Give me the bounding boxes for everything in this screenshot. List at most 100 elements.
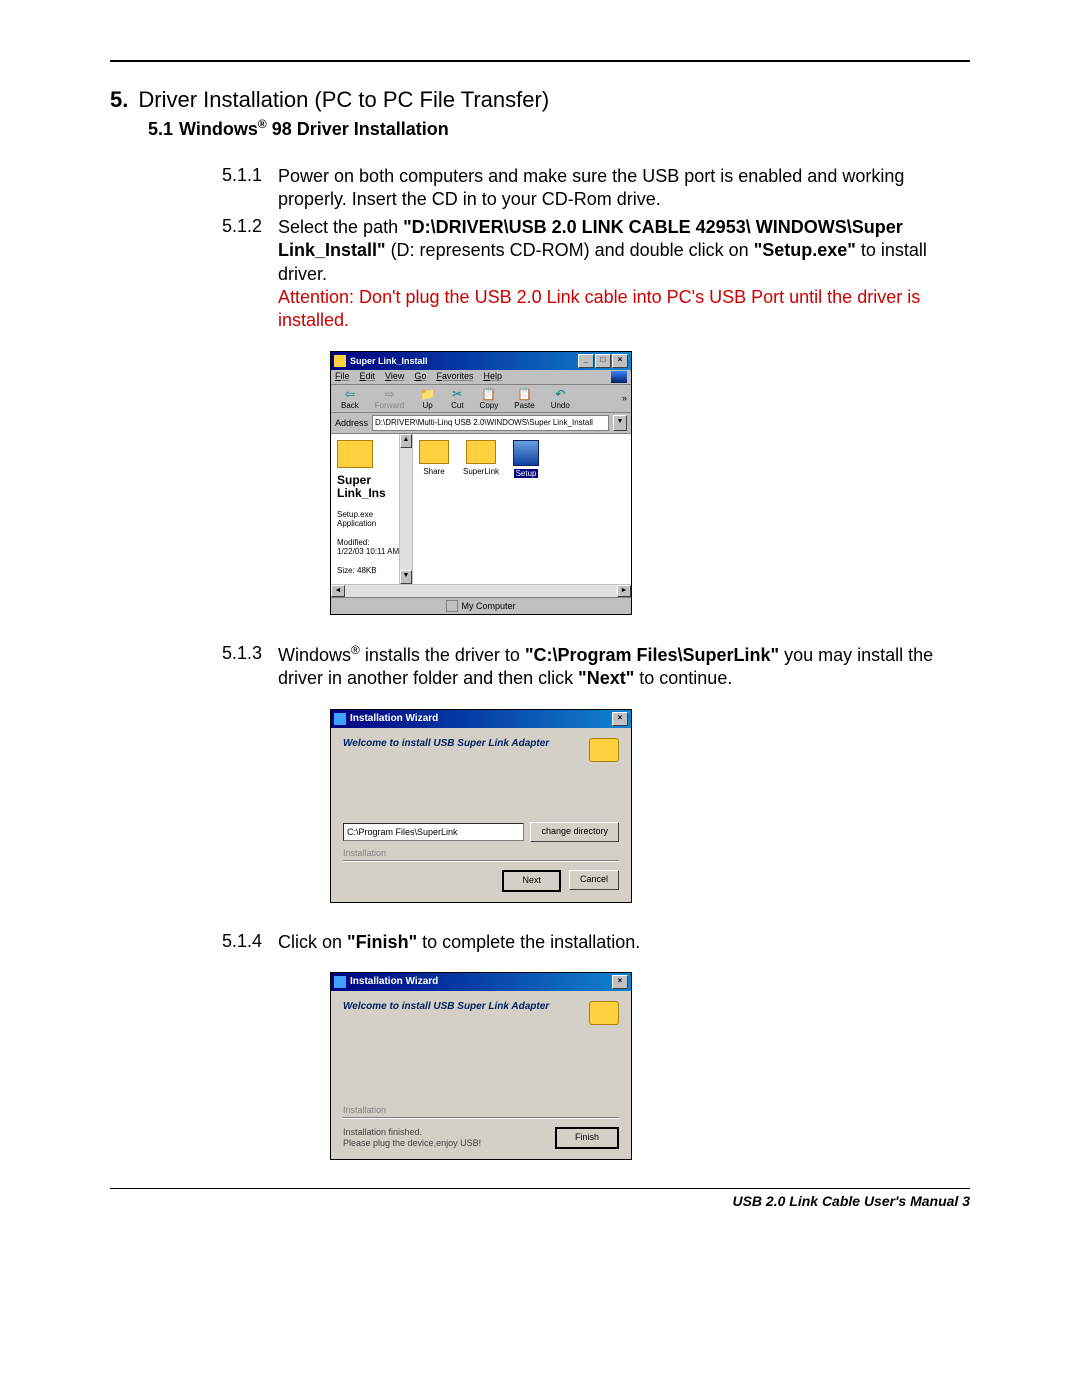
step-text: Click on "Finish" to complete the instal…	[278, 931, 640, 954]
step-514-block: 5.1.4 Click on "Finish" to complete the …	[222, 931, 970, 954]
step-text: Power on both computers and make sure th…	[278, 165, 970, 212]
top-rule	[110, 60, 970, 62]
step-514: 5.1.4 Click on "Finish" to complete the …	[222, 931, 970, 954]
menu-file[interactable]: File	[335, 371, 350, 383]
paste-icon: 📋	[517, 387, 532, 401]
subsection-heading: 5.1 Windows® 98 Driver Installation	[148, 117, 970, 140]
explorer-body: Super Link_Ins Setup.exe Application Mod…	[331, 434, 631, 584]
step-text: Windows® installs the driver to "C:\Prog…	[278, 643, 970, 691]
menu-help[interactable]: Help	[483, 371, 502, 383]
subsection-title: Windows® 98 Driver Installation	[179, 117, 449, 140]
status-bar: My Computer	[331, 597, 631, 614]
folder-icon	[334, 355, 346, 367]
address-dropdown-button[interactable]: ▼	[613, 415, 627, 431]
wizard2-welcome: Welcome to install USB Super Link Adapte…	[343, 1001, 619, 1025]
menu-go[interactable]: Go	[414, 371, 426, 383]
folder-name-line1: Super	[337, 474, 406, 487]
minimize-button[interactable]: _	[578, 354, 594, 368]
step-513-block: 5.1.3 Windows® installs the driver to "C…	[222, 643, 970, 691]
step-number: 5.1.1	[222, 165, 278, 212]
wizard2-screenshot: Installation Wizard × Welcome to install…	[330, 972, 970, 1160]
change-directory-button[interactable]: change directory	[530, 822, 619, 842]
menu-edit[interactable]: Edit	[360, 371, 376, 383]
folder-item-share[interactable]: Share	[419, 440, 449, 476]
scroll-down-icon[interactable]: ▼	[400, 570, 412, 584]
divider	[343, 860, 619, 862]
subsection-number: 5.1	[148, 119, 173, 140]
forward-button[interactable]: ⇨Forward	[369, 387, 410, 410]
folder-large-icon	[337, 440, 373, 468]
folder-name-line2: Link_Ins	[337, 487, 406, 500]
scroll-right-icon[interactable]: ►	[617, 585, 631, 597]
warning-text: Attention: Don't plug the USB 2.0 Link c…	[278, 287, 920, 330]
step-text: Select the path "D:\DRIVER\USB 2.0 LINK …	[278, 216, 970, 333]
maximize-button[interactable]: □	[595, 354, 611, 368]
copy-button[interactable]: 📋Copy	[474, 387, 505, 410]
status-text: My Computer	[461, 601, 515, 611]
paste-button[interactable]: 📋Paste	[508, 387, 540, 410]
usb-icon	[589, 1001, 619, 1025]
section-title: Driver Installation (PC to PC File Trans…	[138, 87, 549, 113]
wizard1-window: Installation Wizard × Welcome to install…	[330, 709, 632, 903]
group-label: Installation	[343, 848, 619, 858]
divider	[343, 1117, 619, 1119]
up-button[interactable]: 📁Up	[414, 387, 441, 410]
file-item-setup[interactable]: Setup	[513, 440, 539, 478]
application-icon	[513, 440, 539, 466]
horizontal-scrollbar[interactable]: ◄ ►	[331, 584, 631, 597]
usb-icon	[589, 738, 619, 762]
address-label: Address	[335, 418, 368, 428]
window-title: Super Link_Install	[350, 356, 428, 366]
scroll-up-icon[interactable]: ▲	[400, 434, 412, 448]
back-button[interactable]: ⇦Back	[335, 387, 365, 410]
section-number: 5.	[110, 87, 128, 113]
cut-button[interactable]: ✂Cut	[445, 387, 469, 410]
undo-button[interactable]: ↶Undo	[545, 387, 576, 410]
folder-icon	[419, 440, 449, 464]
wizard2-titlebar[interactable]: Installation Wizard ×	[331, 973, 631, 991]
toolbar: ⇦Back ⇨Forward 📁Up ✂Cut 📋Copy 📋Paste ↶Un…	[331, 385, 631, 413]
steps-list: 5.1.1 Power on both computers and make s…	[222, 165, 970, 333]
left-scrollbar[interactable]: ▲ ▼	[399, 434, 412, 584]
wizard1-welcome: Welcome to install USB Super Link Adapte…	[343, 738, 619, 762]
back-arrow-icon: ⇦	[345, 387, 355, 401]
step-511: 5.1.1 Power on both computers and make s…	[222, 165, 970, 212]
wizard-icon	[334, 713, 346, 725]
folder-item-superlink[interactable]: SuperLink	[463, 440, 499, 476]
menu-view[interactable]: View	[385, 371, 404, 383]
wizard-icon	[334, 976, 346, 988]
menubar: File Edit View Go Favorites Help	[331, 370, 631, 385]
step-number: 5.1.4	[222, 931, 278, 954]
left-info-panel: Super Link_Ins Setup.exe Application Mod…	[331, 434, 413, 584]
undo-icon: ↶	[555, 387, 565, 401]
copy-icon: 📋	[481, 387, 496, 401]
step-513: 5.1.3 Windows® installs the driver to "C…	[222, 643, 970, 691]
install-status: Installation finished. Please plug the d…	[343, 1127, 481, 1149]
explorer-window: Super Link_Install _ □ × File Edit View …	[330, 351, 632, 615]
finish-button[interactable]: Finish	[555, 1127, 619, 1149]
toolbar-overflow-icon[interactable]: »	[622, 393, 627, 403]
selected-file-name: Setup.exe	[337, 510, 406, 519]
address-input[interactable]: D:\DRIVER\Multi-Linq USB 2.0\WINDOWS\Sup…	[372, 415, 609, 431]
cancel-button[interactable]: Cancel	[569, 870, 619, 890]
address-bar: Address D:\DRIVER\Multi-Linq USB 2.0\WIN…	[331, 413, 631, 434]
footer-rule	[110, 1188, 970, 1189]
step-512: 5.1.2 Select the path "D:\DRIVER\USB 2.0…	[222, 216, 970, 333]
close-button[interactable]: ×	[612, 354, 628, 368]
modified-value: 1/22/03 10:11 AM	[337, 547, 406, 556]
modified-label: Modified:	[337, 538, 406, 547]
close-button[interactable]: ×	[612, 712, 628, 726]
menu-favorites[interactable]: Favorites	[436, 371, 473, 383]
cut-icon: ✂	[452, 387, 462, 401]
folder-icon	[466, 440, 496, 464]
explorer-screenshot: Super Link_Install _ □ × File Edit View …	[330, 351, 970, 615]
wizard1-titlebar[interactable]: Installation Wizard ×	[331, 710, 631, 728]
wizard1-title: Installation Wizard	[350, 713, 438, 724]
install-path-input[interactable]: C:\Program Files\SuperLink	[343, 823, 524, 841]
scroll-left-icon[interactable]: ◄	[331, 585, 345, 597]
next-button[interactable]: Next	[502, 870, 561, 892]
file-list-panel[interactable]: Share SuperLink Setup	[413, 434, 631, 584]
page-footer: USB 2.0 Link Cable User's Manual 3	[110, 1193, 970, 1209]
explorer-titlebar[interactable]: Super Link_Install _ □ ×	[331, 352, 631, 370]
close-button[interactable]: ×	[612, 975, 628, 989]
